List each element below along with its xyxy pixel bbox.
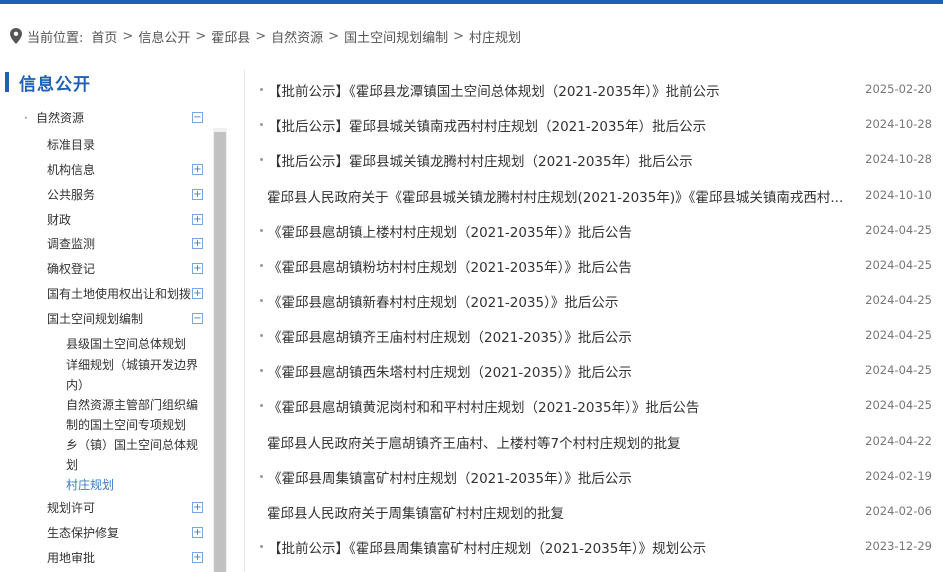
column-divider — [244, 70, 245, 572]
sidebar-subitem-detailed-plan[interactable]: 详细规划（城镇开发边界内） — [66, 355, 206, 395]
scrollbar-thumb[interactable] — [214, 132, 226, 572]
list-item-title[interactable]: 霍邱县人民政府关于周集镇富矿村村庄规划的批复 — [267, 502, 857, 522]
title-accent-bar — [5, 72, 9, 92]
list-item[interactable]: 《霍邱县扈胡镇新春村村庄规划（2021-2035）》批后公示 2024-04-2… — [250, 283, 936, 317]
list-item-date: 2024-04-25 — [865, 328, 932, 342]
expand-icon[interactable]: + — [192, 552, 203, 563]
list-item-date: 2024-04-25 — [865, 258, 932, 272]
expand-icon[interactable]: + — [192, 502, 203, 513]
expand-icon[interactable]: + — [192, 527, 203, 538]
list-item[interactable]: 《霍邱县扈胡镇西朱塔村村庄规划（2021-2035）》批后公示 2024-04-… — [250, 353, 936, 387]
list-item-date: 2024-10-28 — [865, 117, 932, 131]
bullet-dot-icon — [260, 334, 263, 337]
breadcrumb-home[interactable]: 首页 — [91, 27, 117, 46]
bullet-dot-icon — [260, 88, 263, 91]
list-item-date: 2025-02-20 — [865, 82, 932, 96]
sidebar-tree: · 自然资源 − 标准目录 机构信息 + 公共服务 + 财政 + 调查监测 + … — [0, 105, 212, 572]
list-item-date: 2024-02-06 — [865, 504, 932, 518]
list-item-title[interactable]: 霍邱县人民政府关于《霍邱县城关镇龙腾村村庄规划(2021-2035年)》《霍邱县… — [267, 186, 857, 206]
sidebar-item-label: 国有土地使用权出让和划拨 — [47, 287, 192, 301]
sidebar-subitem-special-plan[interactable]: 自然资源主管部门组织编制的国土空间专项规划 — [66, 395, 206, 435]
sidebar-item-label: 公共服务 — [47, 188, 96, 202]
bullet-dot-icon — [260, 299, 263, 302]
list-item-title[interactable]: 《霍邱县周集镇富矿村村庄规划（2021-2035年）》批后公示 — [268, 467, 858, 487]
bullet-dot-icon — [260, 404, 263, 407]
list-item-date: 2024-04-25 — [865, 293, 932, 307]
list-item-date: 2024-04-25 — [865, 363, 932, 377]
list-item-title[interactable]: 《霍邱县扈胡镇黄泥岗村和和平村村庄规划（2021-2035年）》批后公告 — [268, 396, 858, 416]
breadcrumb-spatial-planning[interactable]: 国土空间规划编制 — [344, 27, 448, 46]
list-item-date: 2024-02-19 — [865, 469, 932, 483]
sidebar-subitem-village-plan[interactable]: 村庄规划 — [66, 475, 206, 495]
list-item[interactable]: 【批后公示】霍邱县城关镇龙腾村村庄规划（2021-2035年）批后公示 2024… — [250, 142, 936, 176]
list-item-date: 2024-04-22 — [865, 434, 932, 448]
list-item[interactable]: 霍邱县人民政府关于扈胡镇齐王庙村、上楼村等7个村村庄规划的批复 2024-04-… — [250, 424, 936, 458]
top-accent-bar — [0, 0, 943, 4]
list-item[interactable]: 【批前公示】《霍邱县龙潭镇国土空间总体规划（2021-2035年）》批前公示 2… — [250, 72, 936, 106]
list-item-title[interactable]: 【批前公示】《霍邱县龙潭镇国土空间总体规划（2021-2035年）》批前公示 — [268, 80, 858, 100]
list-item-title[interactable]: 《霍邱县扈胡镇西朱塔村村庄规划（2021-2035）》批后公示 — [268, 361, 858, 381]
list-item-title[interactable]: 《霍邱县扈胡镇粉坊村村庄规划（2021-2035年）》批后公告 — [268, 256, 858, 276]
expand-icon[interactable]: + — [192, 164, 203, 175]
breadcrumb-info-public[interactable]: 信息公开 — [138, 27, 190, 46]
bullet-dot-icon — [260, 158, 263, 161]
list-item-title[interactable]: 【批后公示】霍邱县城关镇南戎西村村庄规划（2021-2035年）批后公示 — [268, 115, 858, 135]
list-item[interactable]: 《霍邱县扈胡镇黄泥岗村和和平村村庄规划（2021-2035年）》批后公告 202… — [250, 388, 936, 422]
sidebar-scrollbar[interactable] — [213, 128, 227, 572]
list-item-title[interactable]: 霍邱县人民政府关于扈胡镇齐王庙村、上楼村等7个村村庄规划的批复 — [267, 432, 857, 452]
breadcrumb: 当前位置: 首页 > 信息公开 > 霍邱县 > 自然资源 > 国土空间规划编制 … — [10, 27, 521, 46]
expand-icon[interactable]: + — [192, 288, 203, 299]
sidebar-subitem-township-plan[interactable]: 乡（镇）国土空间总体规划 — [66, 435, 206, 475]
list-item-title[interactable]: 《霍邱县扈胡镇上楼村村庄规划（2021-2035年）》批后公告 — [268, 221, 858, 241]
breadcrumb-prefix: 当前位置: — [27, 30, 84, 46]
bullet-dot-icon — [260, 123, 263, 126]
bullet-dot-icon — [260, 545, 263, 548]
list-item-date: 2023-12-29 — [865, 539, 932, 553]
expand-icon[interactable]: + — [192, 214, 203, 225]
list-item-date: 2024-10-10 — [865, 188, 932, 202]
list-item-date: 2024-04-25 — [865, 398, 932, 412]
list-item-date: 2024-10-28 — [865, 152, 932, 166]
breadcrumb-natural-resources[interactable]: 自然资源 — [271, 27, 323, 46]
sidebar-item-label: 生态保护修复 — [47, 526, 120, 540]
list-item[interactable]: 霍邱县人民政府关于周集镇富矿村村庄规划的批复 2024-02-06 — [250, 494, 936, 528]
bullet-dot-icon — [260, 369, 263, 372]
sidebar-item-label: 标准目录 — [47, 138, 96, 152]
sidebar-title: 信息公开 — [5, 70, 91, 95]
list-item-title[interactable]: 【批后公示】霍邱县城关镇龙腾村村庄规划（2021-2035年）批后公示 — [268, 150, 858, 170]
sidebar-item-label: 财政 — [47, 213, 72, 227]
sidebar-item-label: 规划许可 — [47, 501, 96, 515]
list-item-title[interactable]: 《霍邱县扈胡镇新春村村庄规划（2021-2035）》批后公示 — [268, 291, 858, 311]
sidebar-item-label: 调查监测 — [47, 237, 96, 251]
sidebar-item-label: 确权登记 — [47, 262, 96, 276]
breadcrumb-village-planning[interactable]: 村庄规划 — [469, 27, 521, 46]
collapse-icon[interactable]: − — [192, 112, 203, 123]
list-item[interactable]: 【批后公示】霍邱县城关镇南戎西村村庄规划（2021-2035年）批后公示 202… — [250, 107, 936, 141]
sidebar-item-label: 用地审批 — [47, 551, 96, 565]
location-pin-icon — [10, 28, 22, 44]
list-item[interactable]: 《霍邱县扈胡镇上楼村村庄规划（2021-2035年）》批后公告 2024-04-… — [250, 213, 936, 247]
bullet-dot-icon — [260, 229, 263, 232]
expand-icon[interactable]: + — [192, 238, 203, 249]
sidebar-item-label: 国土空间规划编制 — [47, 312, 144, 326]
sidebar-item-label: 机构信息 — [47, 163, 96, 177]
list-item[interactable]: 【批前公示】《霍邱县周集镇富矿村村庄规划（2021-2035年）》规划公示 20… — [250, 529, 936, 563]
list-item[interactable]: 霍邱县人民政府关于《霍邱县城关镇龙腾村村庄规划(2021-2035年)》《霍邱县… — [250, 178, 936, 212]
list-item[interactable]: 《霍邱县扈胡镇齐王庙村村庄规划（2021-2035）》批后公示 2024-04-… — [250, 318, 936, 352]
expand-icon[interactable]: + — [192, 189, 203, 200]
list-item-date: 2024-04-25 — [865, 223, 932, 237]
sidebar-root-label: 自然资源 — [36, 111, 85, 125]
list-item[interactable]: 《霍邱县扈胡镇粉坊村村庄规划（2021-2035年）》批后公告 2024-04-… — [250, 248, 936, 282]
expand-icon[interactable]: + — [192, 263, 203, 274]
list-item-title[interactable]: 【批前公示】《霍邱县周集镇富矿村村庄规划（2021-2035年）》规划公示 — [268, 537, 858, 557]
bullet-dot-icon — [260, 264, 263, 267]
sidebar-subitem-county-plan[interactable]: 县级国土空间总体规划 — [66, 334, 206, 354]
list-item-title[interactable]: 《霍邱县扈胡镇齐王庙村村庄规划（2021-2035）》批后公示 — [268, 326, 858, 346]
collapse-icon[interactable]: − — [192, 313, 203, 324]
list-item[interactable]: 《霍邱县周集镇富矿村村庄规划（2021-2035年）》批后公示 2024-02-… — [250, 459, 936, 493]
breadcrumb-county[interactable]: 霍邱县 — [211, 27, 250, 46]
bullet-dot-icon — [260, 475, 263, 478]
